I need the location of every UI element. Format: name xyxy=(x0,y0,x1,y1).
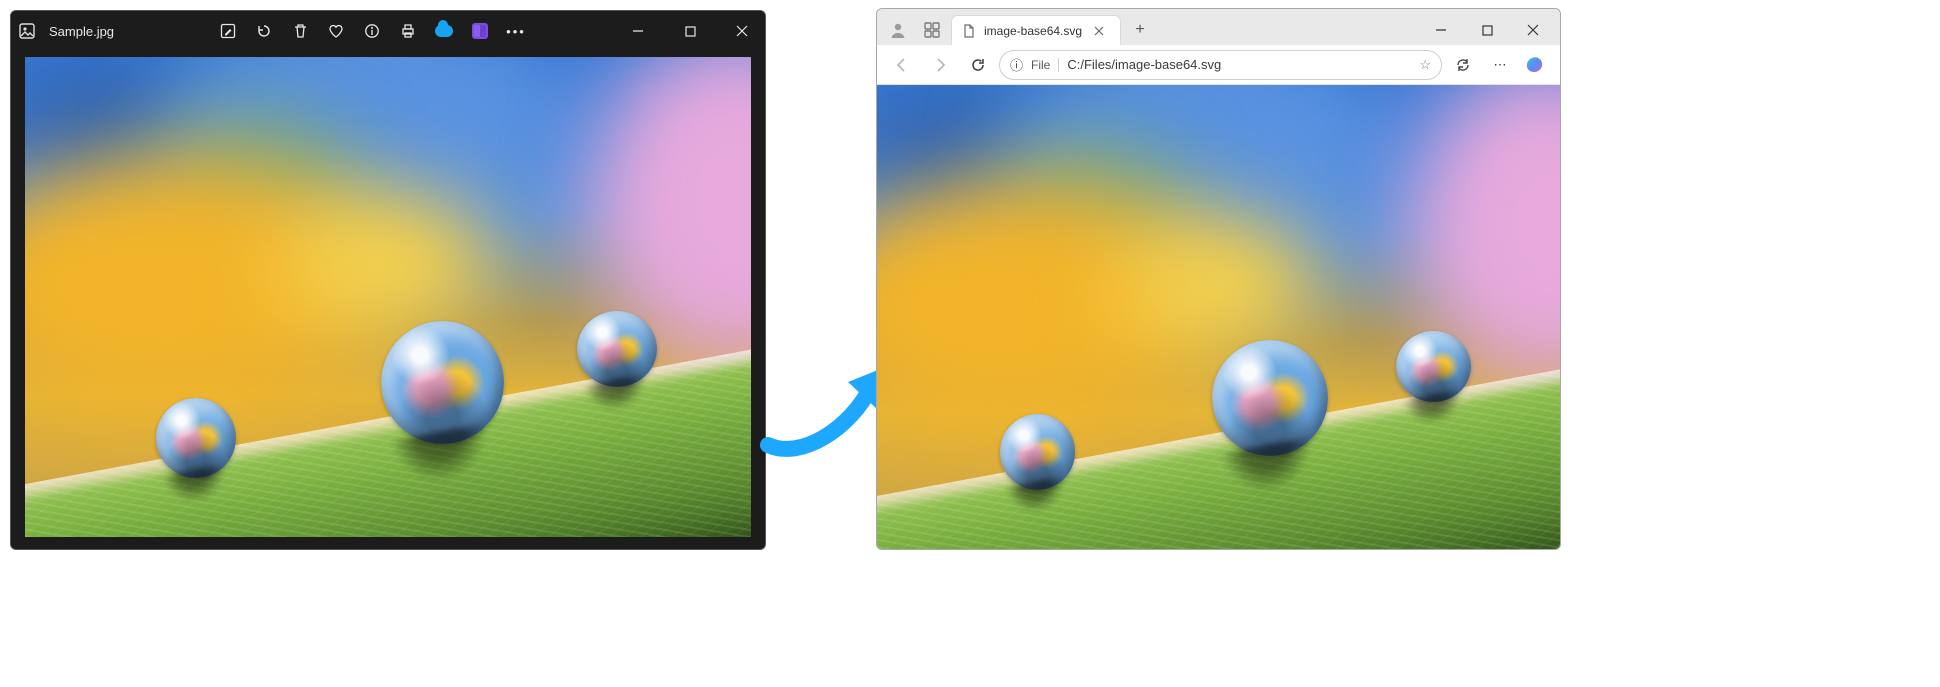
clipchamp-icon xyxy=(472,23,488,39)
favorite-star-button[interactable]: ☆ xyxy=(1419,57,1431,73)
refresh-button[interactable] xyxy=(961,49,995,81)
clipchamp-button[interactable] xyxy=(463,15,497,47)
edge-window-controls xyxy=(1418,15,1556,45)
info-icon xyxy=(364,23,380,39)
photos-image-viewport[interactable] xyxy=(25,57,751,537)
photos-app-icon xyxy=(19,23,39,39)
url-text: C:/Files/image-base64.svg xyxy=(1067,57,1411,72)
sync-icon xyxy=(1455,57,1471,73)
more-button[interactable]: ••• xyxy=(499,15,533,47)
edge-tab-strip: image-base64.svg + xyxy=(877,9,1560,45)
maximize-icon xyxy=(1482,25,1493,36)
minimize-button[interactable] xyxy=(1418,15,1464,45)
edit-icon xyxy=(220,23,236,39)
copilot-icon xyxy=(1526,54,1548,76)
address-bar[interactable]: ⓘ File C:/Files/image-base64.svg ☆ xyxy=(999,50,1442,80)
edit-button[interactable] xyxy=(211,15,245,47)
ellipsis-icon: ••• xyxy=(506,24,526,39)
workspaces-icon xyxy=(923,21,941,39)
profile-button[interactable] xyxy=(883,15,913,45)
maximize-icon xyxy=(685,26,696,37)
profile-icon xyxy=(889,21,907,39)
trash-icon xyxy=(293,23,308,39)
browser-viewport[interactable] xyxy=(877,85,1560,549)
back-button[interactable] xyxy=(885,49,919,81)
refresh-icon xyxy=(970,57,986,73)
favorite-button[interactable] xyxy=(319,15,353,47)
photos-titlebar: Sample.jpg xyxy=(11,11,765,51)
rendered-svg-image xyxy=(877,85,1560,549)
print-icon xyxy=(400,23,416,39)
forward-button[interactable] xyxy=(923,49,957,81)
info-button[interactable] xyxy=(355,15,389,47)
delete-button[interactable] xyxy=(283,15,317,47)
minimize-icon xyxy=(632,25,644,37)
close-icon xyxy=(1527,24,1539,36)
close-icon xyxy=(1094,26,1104,36)
edge-nav-toolbar: ⓘ File C:/Files/image-base64.svg ☆ ⋯ xyxy=(877,45,1560,85)
tab-title: image-base64.svg xyxy=(984,24,1082,38)
url-scheme-label: File xyxy=(1031,58,1059,72)
print-button[interactable] xyxy=(391,15,425,47)
copilot-button[interactable] xyxy=(1522,50,1552,80)
onedrive-button[interactable] xyxy=(427,15,461,47)
minimize-button[interactable] xyxy=(615,15,661,47)
edge-browser-window: image-base64.svg + xyxy=(876,8,1561,550)
heart-icon xyxy=(328,23,344,39)
arrow-left-icon xyxy=(894,57,910,73)
browser-tab-active[interactable]: image-base64.svg xyxy=(951,15,1121,45)
maximize-button[interactable] xyxy=(667,15,713,47)
photos-app-window: Sample.jpg xyxy=(10,10,766,550)
close-button[interactable] xyxy=(719,15,765,47)
settings-menu-button[interactable]: ⋯ xyxy=(1484,49,1518,81)
arrow-right-icon xyxy=(932,57,948,73)
rotate-button[interactable] xyxy=(247,15,281,47)
photos-toolbar: ••• xyxy=(211,15,533,47)
close-button[interactable] xyxy=(1510,15,1556,45)
file-icon xyxy=(962,24,976,38)
new-tab-button[interactable]: + xyxy=(1125,15,1155,45)
rotate-icon xyxy=(256,23,272,39)
site-info-icon[interactable]: ⓘ xyxy=(1010,55,1023,74)
minimize-icon xyxy=(1435,24,1447,36)
displayed-image xyxy=(25,57,751,537)
workspaces-button[interactable] xyxy=(917,15,947,45)
photos-file-title: Sample.jpg xyxy=(45,24,165,39)
extensions-sync-button[interactable] xyxy=(1446,49,1480,81)
onedrive-icon xyxy=(435,25,453,37)
ellipsis-icon: ⋯ xyxy=(1494,57,1509,73)
close-icon xyxy=(736,25,748,37)
maximize-button[interactable] xyxy=(1464,15,1510,45)
tab-close-button[interactable] xyxy=(1094,26,1114,36)
